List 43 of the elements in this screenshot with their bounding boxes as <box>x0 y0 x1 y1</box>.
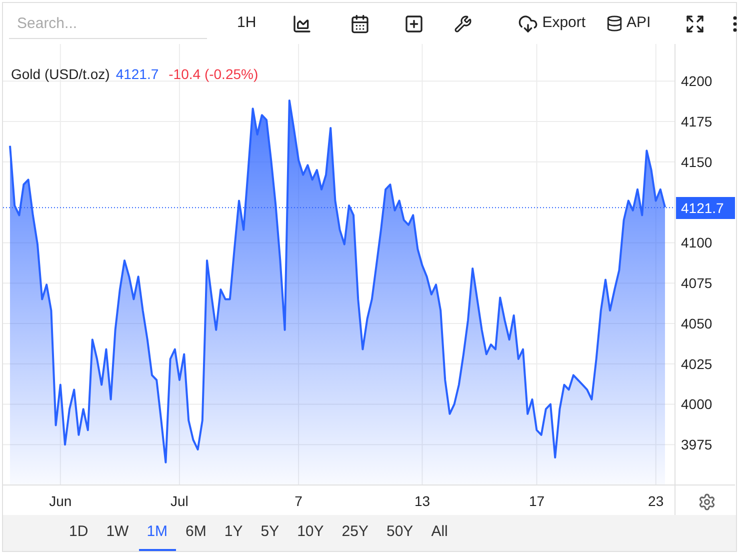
y-axis-label: 3975 <box>681 436 712 453</box>
export-button[interactable]: Export <box>510 8 594 38</box>
range-tab[interactable]: 6M <box>178 515 214 551</box>
y-axis-label: 4075 <box>681 275 712 292</box>
range-tab[interactable]: 5Y <box>252 515 288 551</box>
price-tag: 4121.7 <box>676 196 735 219</box>
y-axis-label: 4150 <box>681 154 712 170</box>
range-tab[interactable]: 1M <box>138 515 176 551</box>
range-tab[interactable]: 25Y <box>334 515 376 551</box>
y-axis-label: 4000 <box>681 396 712 412</box>
fullscreen-icon <box>684 14 705 34</box>
x-axis-label: Jul <box>170 493 188 509</box>
last-price: 4121.7 <box>116 65 159 84</box>
settings-icon <box>698 493 716 511</box>
settings-button[interactable] <box>698 493 716 511</box>
interval-button[interactable]: 1H <box>229 8 264 38</box>
plus-icon <box>404 14 424 34</box>
x-axis-label: 17 <box>528 493 545 509</box>
range-tab[interactable]: 1D <box>61 515 96 551</box>
calendar-icon <box>350 14 370 34</box>
range-tab[interactable]: All <box>423 515 456 551</box>
price-change: -10.4 (-0.25%) <box>168 65 258 84</box>
wrench-icon <box>454 14 472 32</box>
y-axis-label: 4050 <box>681 315 712 332</box>
y-axis-label: 4025 <box>681 356 712 372</box>
area-chart-icon <box>292 14 312 34</box>
range-tab[interactable]: 1Y <box>216 515 251 551</box>
x-axis-label: Jun <box>49 493 72 509</box>
range-tab[interactable]: 1W <box>98 515 137 551</box>
x-axis-label: 7 <box>294 493 302 509</box>
y-axis-label: 4200 <box>681 73 712 90</box>
database-icon <box>606 15 623 32</box>
x-axis-label: 23 <box>648 493 664 509</box>
x-axis-label: 13 <box>414 493 430 509</box>
y-axis-label: 4175 <box>681 114 712 130</box>
cloud-download-icon <box>518 14 538 34</box>
more-icon <box>732 16 737 32</box>
range-tab[interactable]: 10Y <box>289 515 332 551</box>
range-tab[interactable]: 50Y <box>378 515 422 551</box>
api-button[interactable]: API <box>598 8 659 38</box>
symbol-name: Gold (USD/t.oz) <box>11 65 110 84</box>
y-axis-label: 4100 <box>681 234 712 251</box>
search-field[interactable]: Search... <box>9 8 207 38</box>
